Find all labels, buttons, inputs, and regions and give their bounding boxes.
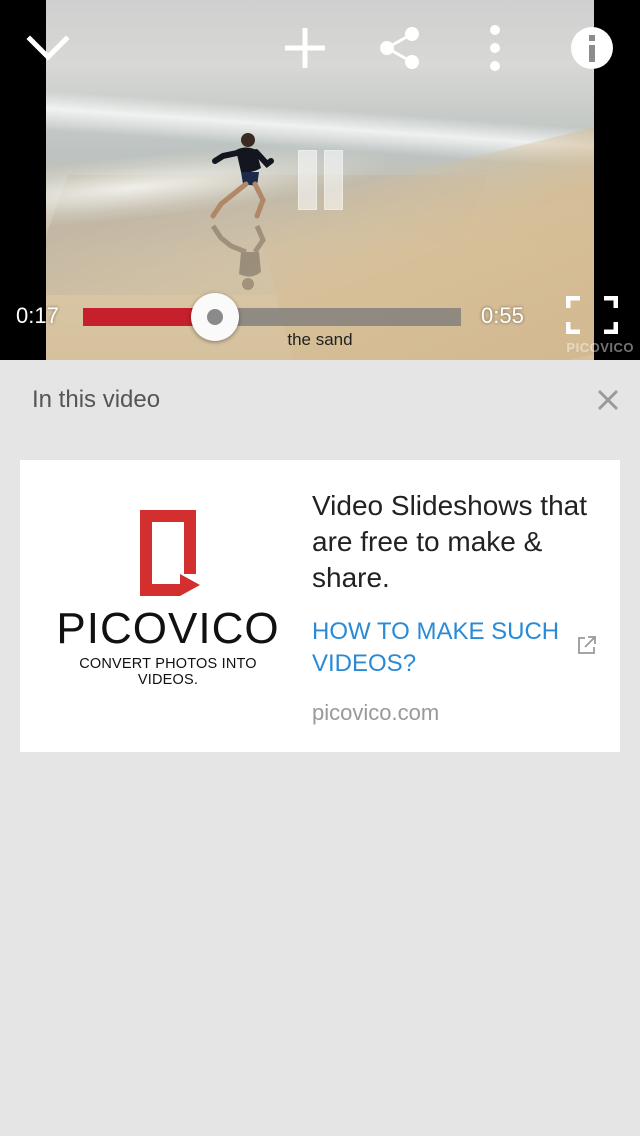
logo-wordmark: PICOVICO bbox=[56, 604, 280, 653]
promo-card[interactable]: PICOVICO CONVERT PHOTOS INTO VIDEOS. Vid… bbox=[20, 460, 620, 752]
duration-time: 0:55 bbox=[481, 303, 524, 328]
video-caption: the sand bbox=[287, 330, 353, 349]
runner-figure bbox=[210, 133, 274, 219]
chevron-down-icon[interactable] bbox=[22, 22, 74, 74]
close-icon[interactable] bbox=[592, 384, 624, 416]
runner-reflection bbox=[210, 224, 266, 290]
external-link-icon[interactable] bbox=[576, 634, 598, 656]
panel-title: In this video bbox=[32, 386, 161, 413]
share-icon[interactable] bbox=[374, 22, 426, 74]
current-time: 0:17 bbox=[16, 303, 59, 328]
panel-header: In this video bbox=[0, 362, 640, 438]
seek-bar[interactable] bbox=[83, 308, 461, 326]
fullscreen-icon[interactable] bbox=[566, 296, 618, 334]
pause-icon[interactable] bbox=[296, 150, 344, 210]
picovico-logo: PICOVICO CONVERT PHOTOS INTO VIDEOS. bbox=[40, 508, 290, 688]
info-icon[interactable] bbox=[566, 22, 618, 74]
video-player[interactable]: 0:17 0:55 the sand PICOVICO bbox=[0, 0, 640, 360]
card-cta-link[interactable]: HOW TO MAKE SUCH VIDEOS? bbox=[312, 616, 578, 680]
plus-icon[interactable] bbox=[279, 22, 331, 74]
card-title: Video Slideshows that are free to make &… bbox=[312, 490, 587, 593]
picovico-logo-icon bbox=[140, 510, 200, 596]
logo-tagline: CONVERT PHOTOS INTO VIDEOS. bbox=[79, 656, 257, 688]
video-watermark: PICOVICO bbox=[566, 340, 634, 355]
more-vertical-icon[interactable] bbox=[469, 22, 521, 74]
card-domain: picovico.com bbox=[312, 700, 440, 725]
